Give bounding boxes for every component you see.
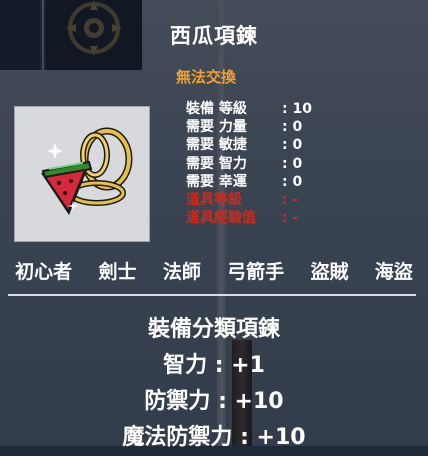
job-magician: 法師 (162, 261, 201, 283)
int-bonus: 智力 : +1 (163, 353, 265, 378)
item-exp-label: 道具經驗值 (186, 210, 256, 227)
requirement-label: 需要 敏捷 (186, 137, 247, 154)
requirement-label: 需要 幸運 (186, 173, 247, 190)
item-level-value: : - (282, 192, 299, 209)
job-pirate: 海盜 (374, 261, 413, 283)
requirement-label: 需要 智力 (186, 155, 247, 172)
requirement-value: : 10 (282, 101, 312, 117)
item-level-row: 道具等級 : - (186, 191, 312, 209)
job-warrior: 劍士 (98, 261, 137, 283)
item-icon-frame (14, 106, 150, 242)
requirement-value: : 0 (282, 119, 303, 136)
item-details: 裝備分類項鍊 智力 : +1 防禦力 : +10 魔法防禦力 : +10 (0, 312, 428, 456)
divider (8, 294, 416, 296)
requirement-row: 需要 敏捷 : 0 (186, 136, 312, 154)
requirement-label: 裝備 等級 (186, 101, 247, 117)
item-exp-row: 道具經驗值 : - (186, 209, 312, 227)
requirement-value: : 0 (282, 155, 303, 172)
requirement-row: 需要 幸運 : 0 (186, 173, 312, 191)
requirement-row: 需要 智力 : 0 (186, 155, 312, 173)
item-tooltip: 西瓜項鍊 無法交換 裝備 等級 : 10 需要 力量: 0 需要 敏捷: 0… (0, 0, 428, 450)
requirements-list: 裝備 等級 : 10 需要 力量 : 0 需要 敏捷 : 0 需要 智力 : 0… (186, 100, 312, 227)
item-level-label: 道具等級 (186, 192, 242, 209)
item-name: 西瓜項鍊 (170, 24, 258, 48)
requirement-value: : 0 (282, 173, 303, 190)
equipment-category: 裝備分類項鍊 (147, 317, 280, 342)
requirement-row: 需要 力量 : 0 (186, 118, 312, 136)
untradeable-label: 無法交換 (176, 68, 237, 86)
magic-defense-bonus: 魔法防禦力 : +10 (122, 425, 306, 450)
requirement-value: : 0 (282, 137, 303, 154)
job-beginner: 初心者 (15, 261, 73, 283)
job-thief: 盜賊 (310, 261, 349, 283)
item-exp-value: : - (282, 210, 299, 227)
requirement-label: 需要 力量 (186, 119, 247, 136)
watermelon-necklace-icon (41, 127, 133, 215)
defense-bonus: 防禦力 : +10 (144, 389, 284, 414)
job-list: 初心者 劍士 法師 弓箭手 盜賊 海盜 (0, 257, 428, 287)
requirement-row: 裝備 等級 : 10 (186, 100, 312, 118)
job-bowman: 弓箭手 (227, 261, 285, 283)
